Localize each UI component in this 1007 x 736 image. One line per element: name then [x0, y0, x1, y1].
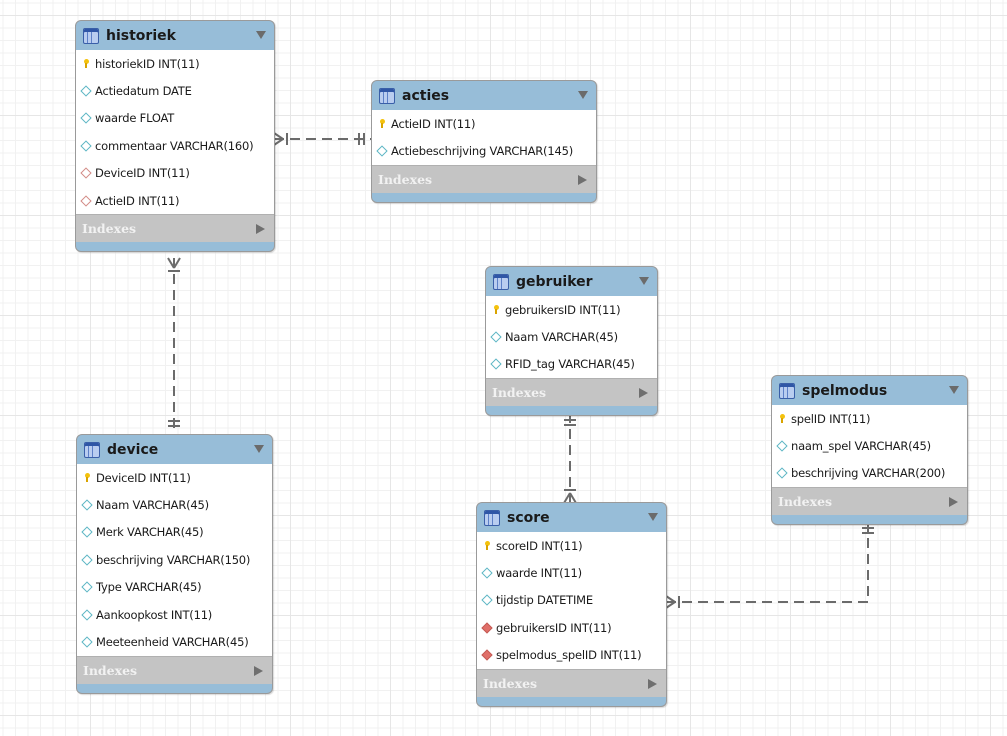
expand-arrow-icon[interactable] — [639, 388, 648, 399]
column-diamond-icon — [80, 140, 92, 152]
column-row[interactable]: Merk VARCHAR(45) — [77, 519, 272, 546]
table-header[interactable]: score — [477, 503, 666, 532]
expand-arrow-icon[interactable] — [648, 678, 657, 689]
primary-key-icon — [777, 414, 787, 424]
primary-key-icon — [82, 473, 92, 483]
table-icon — [779, 382, 795, 399]
table-name: historiek — [106, 27, 176, 44]
identifying-foreign-key-icon — [481, 649, 493, 661]
column-row[interactable]: Naam VARCHAR(45) — [486, 323, 657, 350]
table-name: gebruiker — [516, 273, 593, 290]
column-row[interactable]: Actiebeschrijving VARCHAR(145) — [372, 137, 596, 164]
expand-arrow-icon[interactable] — [254, 665, 263, 676]
column-row[interactable]: commentaar VARCHAR(160) — [76, 132, 274, 159]
column-row[interactable]: spelID INT(11) — [772, 405, 967, 432]
column-row[interactable]: Naam VARCHAR(45) — [77, 491, 272, 518]
primary-key-icon — [482, 541, 492, 551]
column-row[interactable]: naam_spel VARCHAR(45) — [772, 432, 967, 459]
collapse-triangle-icon[interactable] — [578, 91, 588, 99]
table-name: score — [507, 509, 550, 526]
column-diamond-icon — [81, 608, 93, 621]
primary-key-icon — [491, 305, 501, 315]
column-row[interactable]: waarde FLOAT — [76, 105, 274, 132]
table-name: device — [107, 441, 159, 458]
column-row[interactable]: Meeteenheid VARCHAR(45) — [77, 628, 272, 655]
column-row[interactable]: DeviceID INT(11) — [77, 464, 272, 491]
table-name: acties — [402, 87, 450, 104]
column-diamond-icon — [776, 467, 788, 480]
column-diamond-icon — [776, 440, 788, 452]
column-diamond-icon — [481, 567, 493, 579]
table-icon — [83, 27, 99, 44]
indexes-section[interactable]: Indexes — [772, 487, 967, 516]
column-row[interactable]: ActieID INT(11) — [372, 110, 596, 137]
table-spelmodus[interactable]: spelmodus spelID INT(11) naam_spel VARCH… — [771, 375, 968, 526]
column-row[interactable]: Actiedatum DATE — [76, 77, 274, 104]
expand-arrow-icon[interactable] — [949, 497, 958, 508]
indexes-section[interactable]: Indexes — [486, 378, 657, 407]
table-icon — [379, 87, 395, 104]
column-diamond-icon — [490, 331, 502, 343]
indexes-section[interactable]: Indexes — [372, 164, 596, 193]
column-row[interactable]: waarde INT(11) — [477, 559, 666, 586]
table-icon — [84, 441, 100, 458]
column-diamond-icon — [81, 581, 93, 593]
collapse-triangle-icon[interactable] — [949, 386, 959, 394]
table-header[interactable]: device — [77, 435, 272, 464]
primary-key-icon — [377, 119, 387, 129]
table-acties[interactable]: acties ActieID INT(11) Actiebeschrijving… — [371, 80, 597, 203]
table-gebruiker[interactable]: gebruiker gebruikersID INT(11) Naam VARC… — [485, 266, 658, 417]
column-row[interactable]: scoreID INT(11) — [477, 532, 666, 559]
expand-arrow-icon[interactable] — [578, 174, 587, 185]
column-diamond-icon — [81, 636, 93, 648]
table-header[interactable]: acties — [372, 81, 596, 110]
table-device[interactable]: device DeviceID INT(11) Naam VARCHAR(45)… — [76, 434, 273, 694]
primary-key-icon — [81, 59, 91, 69]
column-diamond-icon — [80, 112, 92, 125]
indexes-section[interactable]: Indexes — [477, 668, 666, 697]
column-row[interactable]: DeviceID INT(11) — [76, 160, 274, 187]
column-row[interactable]: ActieID INT(11) — [76, 187, 274, 214]
column-diamond-icon — [490, 358, 502, 371]
relationship-score-gebruiker[interactable] — [563, 413, 577, 504]
indexes-section[interactable]: Indexes — [76, 214, 274, 243]
column-diamond-icon — [81, 499, 93, 511]
column-row[interactable]: tijdstip DATETIME — [477, 587, 666, 614]
table-header[interactable]: historiek — [76, 21, 274, 50]
table-icon — [484, 509, 500, 526]
collapse-triangle-icon[interactable] — [256, 31, 266, 39]
relationship-historiek-acties[interactable] — [273, 132, 372, 146]
foreign-key-diamond-icon — [80, 167, 92, 179]
indexes-section[interactable]: Indexes — [77, 655, 272, 684]
relationship-score-spelmodus[interactable] — [665, 521, 874, 609]
table-name: spelmodus — [802, 382, 888, 399]
column-diamond-icon — [81, 554, 93, 566]
expand-arrow-icon[interactable] — [256, 224, 265, 235]
table-historiek[interactable]: historiek historiekID INT(11) Actiedatum… — [75, 20, 275, 253]
column-diamond-icon — [376, 145, 388, 157]
column-row[interactable]: historiekID INT(11) — [76, 50, 274, 77]
column-row[interactable]: RFID_tag VARCHAR(45) — [486, 351, 657, 378]
relationship-historiek-device[interactable] — [167, 257, 181, 434]
column-diamond-icon — [481, 594, 493, 607]
column-diamond-icon — [81, 526, 93, 539]
column-row[interactable]: gebruikersID INT(11) — [486, 296, 657, 323]
identifying-foreign-key-icon — [481, 622, 493, 634]
column-row[interactable]: Type VARCHAR(45) — [77, 574, 272, 601]
table-header[interactable]: spelmodus — [772, 376, 967, 405]
collapse-triangle-icon[interactable] — [648, 513, 658, 521]
column-diamond-icon — [80, 85, 92, 97]
column-row[interactable]: spelmodus_spelID INT(11) — [477, 642, 666, 669]
column-row[interactable]: Aankoopkost INT(11) — [77, 601, 272, 628]
table-header[interactable]: gebruiker — [486, 267, 657, 296]
column-row[interactable]: beschrijving VARCHAR(200) — [772, 460, 967, 487]
foreign-key-diamond-icon — [80, 194, 92, 207]
collapse-triangle-icon[interactable] — [639, 277, 649, 285]
table-score[interactable]: score scoreID INT(11) waarde INT(11) tij… — [476, 502, 667, 707]
column-row[interactable]: beschrijving VARCHAR(150) — [77, 546, 272, 573]
collapse-triangle-icon[interactable] — [254, 445, 264, 453]
column-row[interactable]: gebruikersID INT(11) — [477, 614, 666, 641]
table-icon — [493, 273, 509, 290]
